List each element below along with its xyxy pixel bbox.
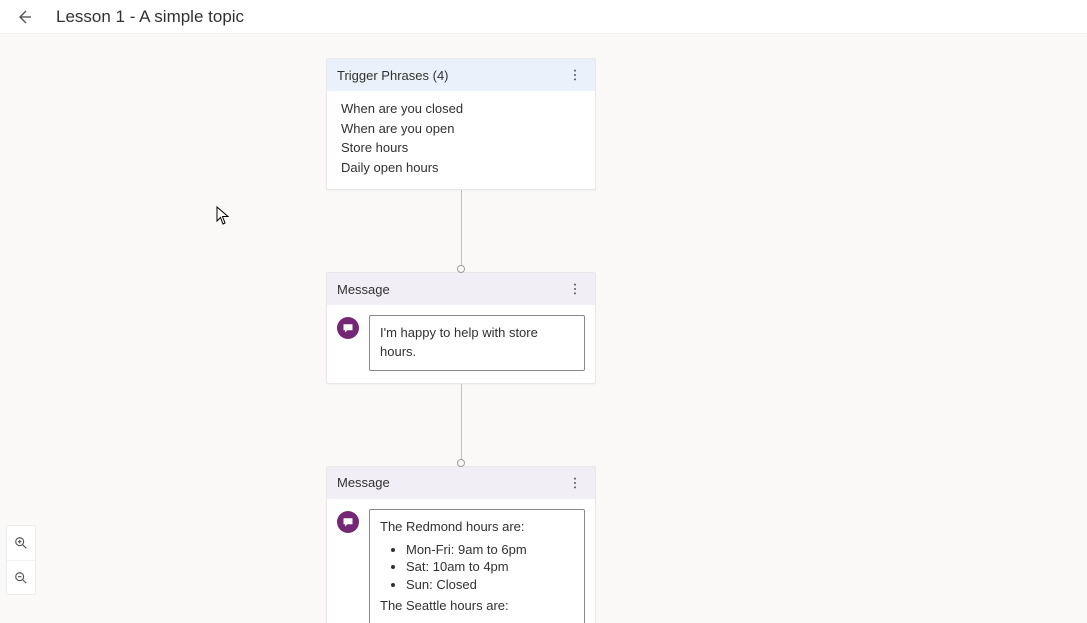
trigger-node-header: Trigger Phrases (4) xyxy=(327,59,595,91)
zoom-in-button[interactable] xyxy=(7,526,35,560)
back-button[interactable] xyxy=(8,1,40,33)
more-vertical-icon xyxy=(568,476,582,490)
authoring-canvas[interactable]: Trigger Phrases (4) When are you closed … xyxy=(0,34,1087,623)
more-vertical-icon xyxy=(568,282,582,296)
connector xyxy=(461,384,462,466)
message-list-1: Mon-Fri: 9am to 6pm Sat: 10am to 4pm Sun… xyxy=(380,541,574,594)
message-intro-1: The Redmond hours are: xyxy=(380,518,574,537)
zoom-in-icon xyxy=(14,536,28,550)
zoom-panel xyxy=(6,525,36,595)
trigger-phrase-item: When are you open xyxy=(341,119,581,139)
message-node-header: Message xyxy=(327,273,595,305)
list-item: Sat: 10am to 4pm xyxy=(406,558,574,576)
bot-avatar xyxy=(337,317,359,339)
chat-bot-icon xyxy=(342,516,354,528)
message-node-title: Message xyxy=(337,475,390,490)
bot-avatar xyxy=(337,511,359,533)
mouse-cursor xyxy=(216,206,230,226)
message-node-2[interactable]: Message The Redmond hours are: Mon-Fri xyxy=(326,466,596,623)
page-title: Lesson 1 - A simple topic xyxy=(56,7,244,27)
trigger-phrase-item: Store hours xyxy=(341,138,581,158)
list-item: Sun: Closed xyxy=(406,576,574,594)
more-vertical-icon xyxy=(568,68,582,82)
arrow-left-icon xyxy=(16,9,32,25)
trigger-phrases-node[interactable]: Trigger Phrases (4) When are you closed … xyxy=(326,58,596,190)
connector-dot xyxy=(457,265,465,273)
message-text-input[interactable]: The Redmond hours are: Mon-Fri: 9am to 6… xyxy=(369,509,585,623)
trigger-phrase-list[interactable]: When are you closed When are you open St… xyxy=(327,91,595,189)
trigger-node-title: Trigger Phrases (4) xyxy=(337,68,449,83)
message-node-title: Message xyxy=(337,282,390,297)
list-item: Mon-Fri: 9am to 6pm xyxy=(406,541,574,559)
chat-bot-icon xyxy=(342,322,354,334)
message-node-more-button[interactable] xyxy=(565,473,585,493)
trigger-node-more-button[interactable] xyxy=(565,65,585,85)
message-node-header: Message xyxy=(327,467,595,499)
trigger-phrase-item: Daily open hours xyxy=(341,158,581,178)
message-intro-2: The Seattle hours are: xyxy=(380,597,574,616)
message-text-input[interactable]: I'm happy to help with store hours. xyxy=(369,315,585,371)
connector xyxy=(461,190,462,272)
trigger-phrase-item: When are you closed xyxy=(341,99,581,119)
message-text: I'm happy to help with store hours. xyxy=(380,325,538,359)
message-node-more-button[interactable] xyxy=(565,279,585,299)
zoom-out-icon xyxy=(14,571,28,585)
zoom-out-button[interactable] xyxy=(7,560,35,594)
message-node-1[interactable]: Message I'm happy to help with store hou… xyxy=(326,272,596,384)
connector-dot xyxy=(457,459,465,467)
